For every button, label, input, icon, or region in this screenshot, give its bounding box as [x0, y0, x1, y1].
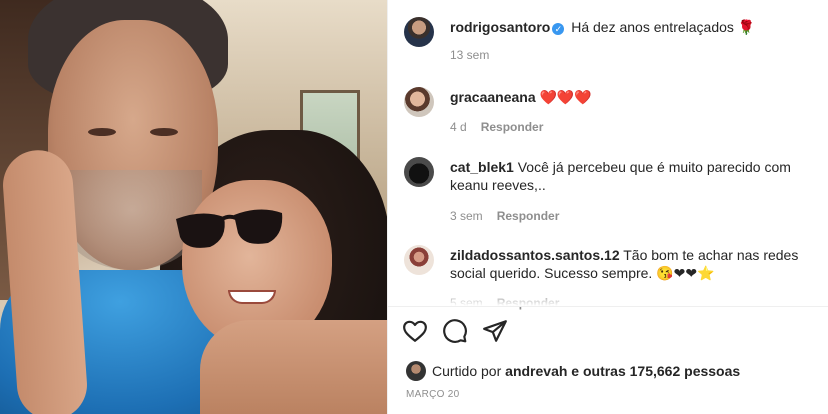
- comment-username[interactable]: cat_blek1: [450, 159, 514, 175]
- caption-row: rodrigosantoro ✓ Há dez anos entrelaçados…: [450, 18, 812, 36]
- likes-count[interactable]: e outras 175,662 pessoas: [571, 363, 740, 379]
- woman-arm: [200, 320, 387, 414]
- post-details-pane: rodrigosantoro ✓ Há dez anos entrelaçados…: [387, 0, 828, 414]
- verified-badge-icon: ✓: [552, 23, 565, 35]
- comment-row: cat_blek1 Você já percebeu que é muito p…: [450, 158, 812, 194]
- comment-text: Tão bom te achar nas redes: [623, 247, 799, 263]
- reply-button[interactable]: Responder: [481, 120, 544, 134]
- likes-summary: Curtido por andrevah e outras 175,662 pe…: [406, 361, 740, 381]
- comment-avatar[interactable]: [404, 157, 434, 187]
- comment-icon[interactable]: [442, 318, 468, 344]
- scroll-fade: [388, 292, 828, 306]
- comment-row: gracaaneana ❤️❤️❤️: [450, 88, 812, 106]
- man-left-eye: [88, 128, 116, 136]
- comment-text-continued: social querido. Sucesso sempre. 😘❤❤⭐: [450, 265, 715, 281]
- post-date[interactable]: MARÇO 20: [406, 389, 460, 400]
- reply-button[interactable]: Responder: [497, 209, 560, 223]
- likes-prefix: Curtido por: [432, 363, 502, 379]
- action-bar: [402, 318, 508, 346]
- man-right-eye: [150, 128, 178, 136]
- liker-username[interactable]: andrevah: [505, 363, 567, 379]
- divider: [388, 306, 828, 307]
- post-photo[interactable]: [0, 0, 387, 414]
- comment-meta: 4 d Responder: [450, 120, 543, 134]
- author-username[interactable]: rodrigosantoro: [450, 19, 550, 35]
- comment-avatar[interactable]: [404, 87, 434, 117]
- comment-avatar[interactable]: [404, 245, 434, 275]
- author-avatar[interactable]: [404, 17, 434, 47]
- caption-time[interactable]: 13 sem: [450, 48, 489, 62]
- comment-timestamp[interactable]: 4 d: [450, 120, 467, 134]
- share-icon[interactable]: [482, 318, 508, 344]
- sunglasses: [176, 209, 283, 248]
- comment-text-continued: keanu reeves,..: [450, 177, 546, 193]
- comment-meta: 3 sem Responder: [450, 209, 559, 223]
- comment-username[interactable]: zildadossantos.santos.12: [450, 247, 620, 263]
- woman-smile: [228, 290, 276, 304]
- comment-username[interactable]: gracaaneana: [450, 89, 536, 105]
- comment-text: Você já percebeu que é muito parecido co…: [517, 159, 791, 175]
- heart-icon[interactable]: [402, 318, 428, 344]
- comment-timestamp[interactable]: 3 sem: [450, 209, 483, 223]
- caption-text: Há dez anos entrelaçados 🌹: [571, 19, 756, 35]
- comment-text: ❤️❤️❤️: [539, 89, 592, 105]
- comment-row: zildadossantos.santos.12 Tão bom te acha…: [450, 246, 812, 282]
- liker-avatar[interactable]: [406, 361, 426, 381]
- caption-timestamp[interactable]: 13 sem: [450, 48, 489, 62]
